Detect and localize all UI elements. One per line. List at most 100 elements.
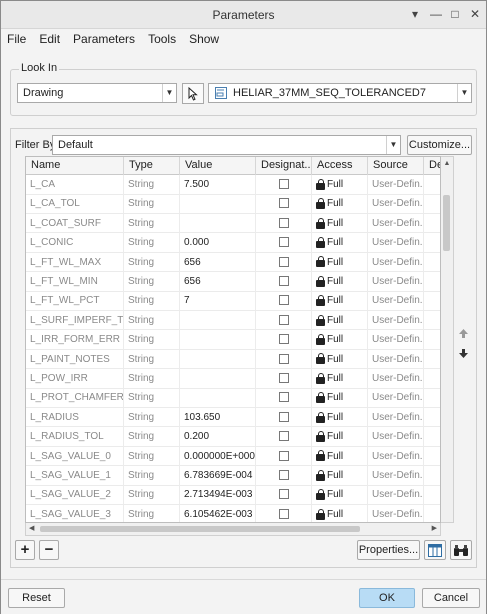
table-columns-button[interactable] — [424, 540, 446, 560]
cell-description[interactable] — [424, 253, 440, 272]
cell-access[interactable]: Full — [312, 407, 368, 427]
look-in-scope-select[interactable]: Drawing ▼ — [17, 83, 177, 103]
cell-access[interactable]: Full — [312, 175, 368, 194]
cell-source[interactable]: User-Defin... — [368, 446, 424, 466]
cell-description[interactable] — [424, 350, 440, 369]
table-row[interactable]: L_SAG_VALUE_2 String 2.713494E-003 Full User… — [26, 485, 440, 505]
table-row[interactable]: L_PAINT_NOTES String Full User-Defin... — [26, 349, 440, 370]
table-row[interactable]: L_SAG_VALUE_3 String 6.105462E-003 Full User… — [26, 504, 440, 522]
cell-source[interactable]: User-Defin... — [368, 233, 424, 253]
cell-type[interactable]: String — [124, 213, 180, 233]
cell-name[interactable]: L_COAT_SURF — [26, 213, 124, 233]
remove-parameter-button[interactable]: − — [39, 540, 59, 560]
table-row[interactable]: L_POW_IRR String Full User-Defin... — [26, 369, 440, 389]
ok-button[interactable]: OK — [359, 588, 415, 608]
cell-source[interactable]: User-Defin... — [368, 427, 424, 447]
cell-source[interactable]: User-Defin... — [368, 310, 424, 330]
cell-access[interactable]: Full — [312, 485, 368, 505]
cell-value[interactable]: 656 — [180, 252, 256, 272]
designate-checkbox[interactable] — [279, 237, 289, 248]
cell-access[interactable]: Full — [312, 504, 368, 522]
cell-source[interactable]: User-Defin... — [368, 272, 424, 291]
cell-value[interactable] — [180, 330, 256, 350]
table-row[interactable]: L_FT_WL_MAX String 656 Full User-Defin... — [26, 252, 440, 273]
cell-type[interactable]: String — [124, 252, 180, 272]
cell-type[interactable]: String — [124, 427, 180, 447]
menu-show[interactable]: Show — [189, 29, 219, 51]
cell-description[interactable] — [424, 408, 440, 427]
column-header-type[interactable]: Type — [124, 157, 180, 175]
cell-access[interactable]: Full — [312, 233, 368, 253]
table-row[interactable]: L_FT_WL_PCT String 7 Full User-Defin... — [26, 291, 440, 311]
cell-value[interactable]: 7.500 — [180, 175, 256, 194]
cell-name[interactable]: L_PAINT_NOTES — [26, 349, 124, 369]
designate-checkbox[interactable] — [279, 256, 289, 267]
cell-description[interactable] — [424, 447, 440, 466]
column-header-access[interactable]: Access — [312, 157, 368, 175]
move-up-icon[interactable] — [458, 328, 469, 342]
table-horizontal-scrollbar[interactable]: ◀ ▶ — [25, 523, 441, 536]
cell-access[interactable]: Full — [312, 427, 368, 447]
column-header-source[interactable]: Source — [368, 157, 424, 175]
cell-name[interactable]: L_FT_WL_PCT — [26, 291, 124, 311]
cell-access[interactable]: Full — [312, 446, 368, 466]
designate-checkbox[interactable] — [279, 450, 289, 461]
cell-name[interactable]: L_RADIUS_TOL — [26, 427, 124, 447]
table-row[interactable]: L_SAG_VALUE_0 String 0.000000E+000 Full User… — [26, 446, 440, 467]
cell-source[interactable]: User-Defin... — [368, 252, 424, 272]
cell-type[interactable]: String — [124, 272, 180, 291]
table-row[interactable]: L_RADIUS String 103.650 Full User-Defin... — [26, 407, 440, 428]
cell-name[interactable]: L_CA — [26, 175, 124, 194]
minimize-icon[interactable]: — — [430, 7, 442, 21]
cell-source[interactable]: User-Defin... — [368, 194, 424, 214]
column-header-value[interactable]: Value — [180, 157, 256, 175]
cell-description[interactable] — [424, 175, 440, 194]
menu-tools[interactable]: Tools — [148, 29, 176, 51]
scroll-right-icon[interactable]: ▶ — [432, 523, 437, 535]
cell-name[interactable]: L_CA_TOL — [26, 194, 124, 214]
designate-checkbox[interactable] — [279, 198, 289, 209]
menu-parameters[interactable]: Parameters — [73, 29, 135, 51]
cell-name[interactable]: L_RADIUS — [26, 407, 124, 427]
cell-description[interactable] — [424, 291, 440, 310]
cell-name[interactable]: L_SAG_VALUE_3 — [26, 504, 124, 522]
cell-value[interactable] — [180, 310, 256, 330]
designate-checkbox[interactable] — [279, 276, 289, 286]
cell-name[interactable]: L_SURF_IMPERF_TOL — [26, 310, 124, 330]
table-row[interactable]: L_IRR_FORM_ERR String Full User-Defin... — [26, 330, 440, 350]
cell-access[interactable]: Full — [312, 369, 368, 388]
designate-checkbox[interactable] — [279, 334, 289, 345]
cell-description[interactable] — [424, 233, 440, 252]
designate-checkbox[interactable] — [279, 373, 289, 383]
window-menu-icon[interactable]: ▾ — [410, 7, 420, 21]
cell-access[interactable]: Full — [312, 330, 368, 350]
cell-access[interactable]: Full — [312, 272, 368, 291]
cell-source[interactable]: User-Defin... — [368, 349, 424, 369]
cancel-button[interactable]: Cancel — [422, 588, 480, 608]
cell-source[interactable]: User-Defin... — [368, 330, 424, 350]
cell-value[interactable]: 6.783669E-004 — [180, 466, 256, 485]
cell-description[interactable] — [424, 369, 440, 388]
reset-button[interactable]: Reset — [8, 588, 65, 608]
cell-description[interactable] — [424, 272, 440, 291]
cell-access[interactable]: Full — [312, 291, 368, 311]
cell-value[interactable] — [180, 349, 256, 369]
cell-source[interactable]: User-Defin... — [368, 291, 424, 311]
cell-source[interactable]: User-Defin... — [368, 213, 424, 233]
cell-description[interactable] — [424, 330, 440, 349]
designate-checkbox[interactable] — [279, 217, 289, 228]
cell-name[interactable]: L_SAG_VALUE_0 — [26, 446, 124, 466]
column-header-name[interactable]: Name — [26, 157, 124, 175]
designate-checkbox[interactable] — [279, 431, 289, 442]
table-row[interactable]: L_CONIC String 0.000 Full User-Defin... — [26, 233, 440, 253]
vertical-scroll-thumb[interactable] — [443, 195, 450, 251]
cell-access[interactable]: Full — [312, 310, 368, 330]
table-row[interactable]: L_CA_TOL String Full User-Defin... — [26, 194, 440, 214]
cell-name[interactable]: L_SAG_VALUE_1 — [26, 466, 124, 485]
cell-name[interactable]: L_PROT_CHAMFER — [26, 388, 124, 408]
filter-by-select[interactable]: Default ▼ — [52, 135, 401, 155]
cell-source[interactable]: User-Defin... — [368, 485, 424, 505]
maximize-icon[interactable]: □ — [450, 7, 460, 21]
cell-source[interactable]: User-Defin... — [368, 466, 424, 485]
cell-name[interactable]: L_FT_WL_MAX — [26, 252, 124, 272]
